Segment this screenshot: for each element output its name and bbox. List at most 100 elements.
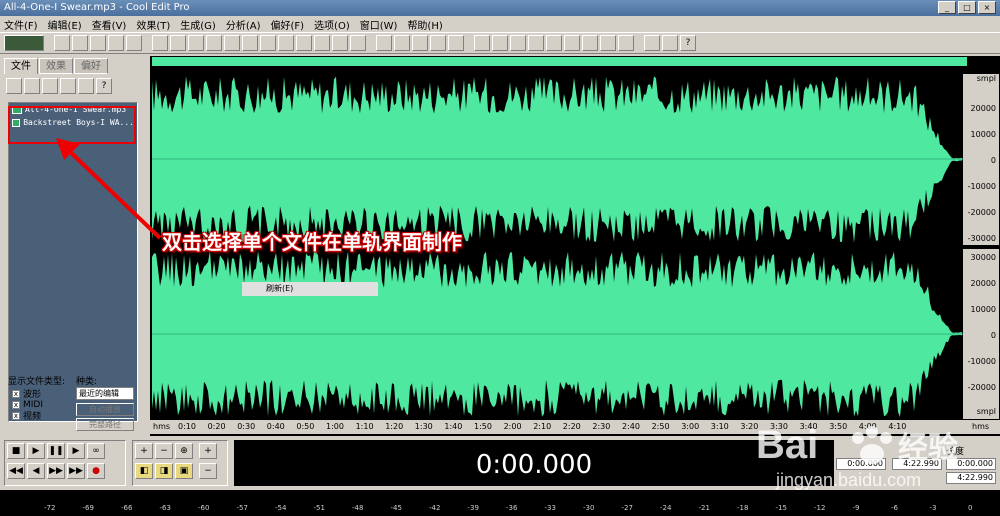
zoom-right-icon[interactable]: ◨ bbox=[155, 463, 173, 479]
zoom-vertical-out-icon[interactable]: − bbox=[199, 463, 217, 479]
full-path-button[interactable]: 完整路径 bbox=[76, 418, 134, 431]
time-display: 0:00.000 bbox=[234, 440, 834, 486]
baidu-logo: Bai 经验 jingyan.baidu.com bbox=[756, 423, 958, 490]
close-button[interactable]: × bbox=[978, 1, 996, 14]
level-tick: -45 bbox=[390, 504, 402, 512]
minimize-button[interactable]: _ bbox=[938, 1, 956, 14]
undo-icon[interactable] bbox=[152, 35, 168, 51]
zoom-left-icon[interactable]: ◧ bbox=[135, 463, 153, 479]
snap-icon[interactable] bbox=[492, 35, 508, 51]
annotation-text: 双击选择单个文件在单轨界面制作 bbox=[162, 230, 462, 254]
cd-icon[interactable] bbox=[350, 35, 366, 51]
help-icon[interactable]: ? bbox=[96, 78, 112, 94]
go-start-button[interactable]: ◀◀ bbox=[7, 463, 25, 479]
paste-icon[interactable] bbox=[224, 35, 240, 51]
edit-file-icon[interactable] bbox=[60, 78, 76, 94]
save-icon[interactable] bbox=[90, 35, 106, 51]
meter-icon[interactable] bbox=[600, 35, 616, 51]
stop-button[interactable]: ■ bbox=[7, 443, 25, 459]
sort-select[interactable]: 最近的编辑 bbox=[76, 387, 134, 400]
play-button[interactable]: ▶ bbox=[27, 443, 45, 459]
menu-help[interactable]: 帮助(H) bbox=[407, 17, 442, 32]
menu-view[interactable]: 查看(V) bbox=[92, 17, 127, 32]
trim-icon[interactable] bbox=[278, 35, 294, 51]
close-file-icon[interactable] bbox=[126, 35, 142, 51]
silence-icon[interactable] bbox=[296, 35, 312, 51]
open-file-icon[interactable] bbox=[6, 78, 22, 94]
cue-icon[interactable] bbox=[412, 35, 428, 51]
menu-effects[interactable]: 效果(T) bbox=[136, 17, 170, 32]
counter-icon[interactable] bbox=[582, 35, 598, 51]
settings-icon[interactable] bbox=[618, 35, 634, 51]
checkbox[interactable]: x bbox=[12, 400, 20, 409]
marker-icon[interactable] bbox=[394, 35, 410, 51]
window-icon[interactable] bbox=[474, 35, 490, 51]
zoom-out-icon[interactable]: − bbox=[155, 443, 173, 459]
spectral-icon[interactable] bbox=[332, 35, 348, 51]
panel-icon[interactable] bbox=[510, 35, 526, 51]
window-controls: _ □ × bbox=[938, 1, 996, 14]
menu-window[interactable]: 窗口(W) bbox=[360, 17, 398, 32]
checkbox[interactable]: x bbox=[12, 411, 20, 420]
zoom-selection-icon[interactable]: ▣ bbox=[175, 463, 193, 479]
level-tick: -27 bbox=[621, 504, 633, 512]
zoom-vertical-in-icon[interactable]: + bbox=[199, 443, 217, 459]
bpm-icon[interactable] bbox=[564, 35, 580, 51]
tab-effects[interactable]: 效果 bbox=[39, 58, 73, 74]
menu-file[interactable]: 文件(F) bbox=[4, 17, 38, 32]
level-tick: -6 bbox=[891, 504, 898, 512]
menu-favorites[interactable]: 偏好(F) bbox=[270, 17, 304, 32]
menu-edit[interactable]: 编辑(E) bbox=[48, 17, 82, 32]
time-tick: 3:00 bbox=[681, 422, 700, 431]
watermark-cn: 经验 bbox=[898, 431, 958, 466]
channel-left[interactable] bbox=[152, 74, 963, 245]
forward-button[interactable]: ▶▶ bbox=[47, 463, 65, 479]
grid-icon[interactable] bbox=[430, 35, 446, 51]
new-icon[interactable] bbox=[54, 35, 70, 51]
scissors-icon[interactable] bbox=[242, 35, 258, 51]
list-icon[interactable] bbox=[448, 35, 464, 51]
go-end-button[interactable]: ▶▶ bbox=[67, 463, 85, 479]
tab-favorites[interactable]: 偏好 bbox=[74, 58, 108, 74]
help-icon[interactable]: ? bbox=[680, 35, 696, 51]
auto-play-button[interactable]: 自动播放 bbox=[76, 403, 134, 416]
filter-video[interactable]: x 视频 bbox=[12, 410, 43, 422]
options-icon[interactable] bbox=[644, 35, 660, 51]
import-icon[interactable] bbox=[24, 78, 40, 94]
menu-analyze[interactable]: 分析(A) bbox=[226, 17, 261, 32]
insert-icon[interactable] bbox=[78, 78, 94, 94]
mix-paste-icon[interactable] bbox=[260, 35, 276, 51]
zoom-full-icon[interactable]: ⊕ bbox=[175, 443, 193, 459]
spectral-view-icon[interactable] bbox=[376, 35, 392, 51]
save-as-icon[interactable] bbox=[108, 35, 124, 51]
context-menu-item[interactable]: 刷新(E) bbox=[242, 282, 378, 296]
menu-options[interactable]: 选项(O) bbox=[314, 17, 350, 32]
pause-button[interactable]: ❚❚ bbox=[47, 443, 65, 459]
zoom-in-icon[interactable]: + bbox=[135, 443, 153, 459]
rewind-button[interactable]: ◀ bbox=[27, 463, 45, 479]
redo-icon[interactable] bbox=[170, 35, 186, 51]
channel-right[interactable] bbox=[152, 249, 963, 419]
level-tick: -39 bbox=[467, 504, 479, 512]
preferences-icon[interactable] bbox=[662, 35, 678, 51]
checkbox[interactable]: x bbox=[12, 389, 20, 398]
play-cursor-icon[interactable] bbox=[528, 35, 544, 51]
open-icon[interactable] bbox=[72, 35, 88, 51]
main-toolbar: ? bbox=[0, 32, 1000, 54]
loop-button[interactable]: ∞ bbox=[87, 443, 105, 459]
menu-generate[interactable]: 生成(G) bbox=[180, 17, 216, 32]
play-to-end-button[interactable]: ▶ bbox=[67, 443, 85, 459]
overview-bar[interactable] bbox=[152, 57, 967, 66]
copy-icon[interactable] bbox=[206, 35, 222, 51]
filter-wave[interactable]: x 波形 bbox=[12, 388, 43, 400]
menu-bar: 文件(F) 编辑(E) 查看(V) 效果(T) 生成(G) 分析(A) 偏好(F… bbox=[0, 16, 1000, 32]
multitrack-toggle-button[interactable] bbox=[4, 35, 44, 51]
maximize-button[interactable]: □ bbox=[958, 1, 976, 14]
cut-icon[interactable] bbox=[188, 35, 204, 51]
record-button[interactable]: ● bbox=[87, 463, 105, 479]
close-icon[interactable] bbox=[42, 78, 58, 94]
tab-files[interactable]: 文件 bbox=[4, 58, 38, 74]
zoom-icon[interactable] bbox=[546, 35, 562, 51]
waveform-icon[interactable] bbox=[314, 35, 330, 51]
level-tick: -36 bbox=[506, 504, 518, 512]
